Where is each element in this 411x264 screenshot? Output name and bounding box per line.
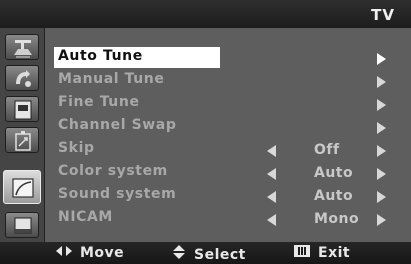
move-hint-label: Move xyxy=(80,245,125,261)
move-hint: Move xyxy=(56,245,124,261)
menu-item-label: NICAM xyxy=(58,209,113,225)
menu-item-fine-tune[interactable]: Fine Tune xyxy=(44,93,411,115)
menu-item-label: Color system xyxy=(58,163,168,179)
menu-item-value: Mono xyxy=(314,211,360,227)
key-hint-bar: Move Select Exit xyxy=(0,242,411,264)
select-hint: Select xyxy=(172,245,246,263)
input-icon[interactable] xyxy=(3,170,41,204)
left-arrow-icon[interactable] xyxy=(267,214,276,226)
menu-item-manual-tune[interactable]: Manual Tune xyxy=(44,70,411,92)
menu-item-skip[interactable]: Skip Off xyxy=(44,139,411,161)
menu-item-label: Skip xyxy=(58,140,95,156)
menu-item-label: Fine Tune xyxy=(58,94,140,110)
right-arrow-icon[interactable] xyxy=(377,168,386,180)
right-arrow-icon[interactable] xyxy=(377,214,386,226)
right-arrow-icon[interactable] xyxy=(377,122,386,134)
left-arrow-icon[interactable] xyxy=(267,145,276,157)
right-arrow-icon[interactable] xyxy=(377,99,386,111)
menu-item-channel-swap[interactable]: Channel Swap xyxy=(44,116,411,138)
up-down-arrows-icon xyxy=(172,245,186,263)
right-arrow-icon[interactable] xyxy=(377,76,386,88)
menu-button-icon xyxy=(294,245,310,261)
menu-item-label: Manual Tune xyxy=(58,71,165,87)
exit-hint: Exit xyxy=(294,245,350,261)
category-sidebar xyxy=(0,28,45,242)
menu-item-value: Off xyxy=(314,142,340,158)
sound-icon[interactable] xyxy=(5,65,39,91)
menu-item-value: Auto xyxy=(314,165,354,181)
channel-icon[interactable] xyxy=(5,96,39,122)
menu-item-color-system[interactable]: Color system Auto xyxy=(44,162,411,184)
left-right-arrows-icon xyxy=(56,245,72,261)
left-arrow-icon[interactable] xyxy=(267,191,276,203)
menu-title: TV xyxy=(371,6,395,24)
menu-item-label: Channel Swap xyxy=(58,117,177,133)
menu-item-auto-tune[interactable]: Auto Tune xyxy=(44,47,411,69)
picture-icon[interactable] xyxy=(5,34,39,60)
select-hint-label: Select xyxy=(194,247,246,263)
application-icon[interactable] xyxy=(5,212,39,238)
setup-icon[interactable] xyxy=(5,127,39,153)
right-arrow-icon[interactable] xyxy=(377,53,386,65)
channel-menu: Auto Tune Manual Tune Fine Tune Channel … xyxy=(44,28,411,242)
header-bar: TV xyxy=(0,0,411,28)
left-arrow-icon[interactable] xyxy=(267,168,276,180)
right-arrow-icon[interactable] xyxy=(377,145,386,157)
exit-hint-label: Exit xyxy=(318,245,351,261)
menu-item-label: Auto Tune xyxy=(58,48,143,64)
menu-item-label: Sound system xyxy=(58,186,177,202)
right-arrow-icon[interactable] xyxy=(377,191,386,203)
tv-osd-menu: TV Auto Tune Manual Tune Fine Tune Chann… xyxy=(0,0,411,264)
menu-item-value: Auto xyxy=(314,188,354,204)
menu-item-nicam[interactable]: NICAM Mono xyxy=(44,208,411,230)
menu-item-sound-system[interactable]: Sound system Auto xyxy=(44,185,411,207)
